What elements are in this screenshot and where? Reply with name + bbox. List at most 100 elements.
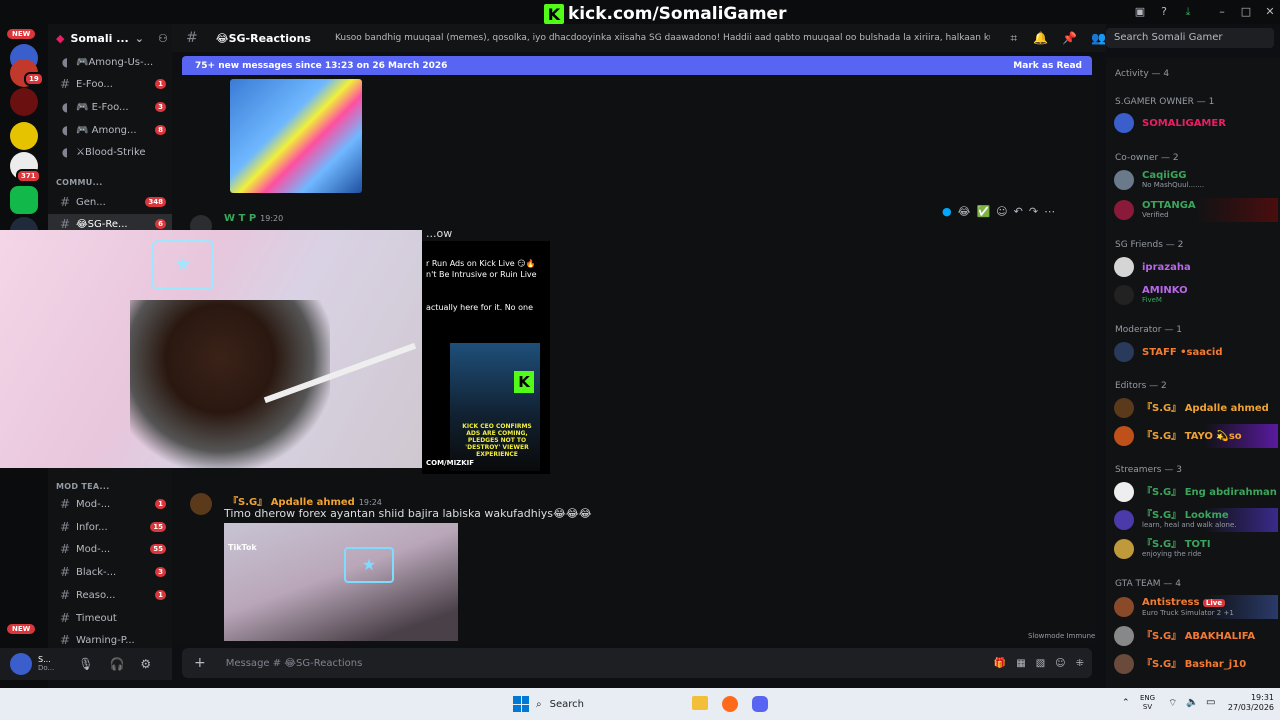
members-icon[interactable]: 👥 <box>1091 31 1106 45</box>
chevron-up-icon[interactable]: ⌃ <box>1122 698 1130 708</box>
language-indicator[interactable]: ENG SV <box>1140 694 1155 712</box>
more-icon[interactable]: ⋯ <box>1044 205 1055 218</box>
gift-icon[interactable]: 🎁 <box>994 658 1006 669</box>
video-attachment[interactable]: TikTok ★ <box>224 523 458 641</box>
member-item[interactable]: CaqiiGG No MashQuul....... <box>1114 168 1278 192</box>
new-badge: NEW <box>7 624 36 634</box>
file-explorer-icon[interactable] <box>692 696 708 710</box>
message-composer[interactable]: + Message # 😂SG-Reactions 🎁 ▦ ▧ ☺ ⁜ <box>182 648 1092 678</box>
channel-item[interactable]: ◖ 🎮Among-Us-... <box>48 52 172 72</box>
channel-item[interactable]: ◖ 🎮 Among... 8 <box>48 120 172 140</box>
reply-icon[interactable]: ↶ <box>1014 205 1023 218</box>
member-item[interactable]: 『S.G』 ABAKHALIFA <box>1114 624 1278 648</box>
search-input[interactable]: Search Somali Gamer <box>1106 28 1274 48</box>
embed-caption: KICK CEO CONFIRMS ADS ARE COMING, PLEDGE… <box>462 423 532 458</box>
embed-thumbnail[interactable]: K KICK CEO CONFIRMS ADS ARE COMING, PLED… <box>450 343 540 471</box>
threads-icon[interactable]: ⌗ <box>1010 31 1017 46</box>
inbox-icon[interactable]: ▣ <box>1132 4 1148 20</box>
channel-topic[interactable]: Kusoo bandhig muuqaal (memes), qosolka, … <box>335 33 990 43</box>
embed-card[interactable]: r Run Ads on Kick Live 😏🔥 n't Be Intrusi… <box>422 241 550 474</box>
member-item[interactable]: 『S.G』 TAYO 💫so <box>1114 424 1278 448</box>
wifi-icon[interactable]: ⌔ <box>1168 697 1177 710</box>
taskbar-search[interactable]: ⌕ Search <box>536 695 686 713</box>
headphones-icon[interactable]: 🎧 <box>109 657 124 671</box>
member-item[interactable]: 『S.G』 Apdalle ahmed <box>1114 396 1278 420</box>
server-icon-3[interactable] <box>10 122 38 150</box>
avatar <box>1114 170 1134 190</box>
member-item[interactable]: 『S.G』 Bashar_j10 <box>1114 652 1278 676</box>
role-group-title: Editors — 2 <box>1115 381 1167 391</box>
mark-as-read-button[interactable]: Mark as Read <box>1013 61 1082 71</box>
channel-item[interactable]: # Warning-P... <box>48 630 172 650</box>
hash-icon: # <box>59 611 71 625</box>
microphone-icon[interactable]: 🎙 <box>78 657 93 671</box>
member-item[interactable]: 『S.G』 Eng abdirahman <box>1114 480 1278 504</box>
channel-item[interactable]: # Infor... 15 <box>48 517 172 537</box>
member-item[interactable]: 『S.G』 Lookme learn, heal and walk alone. <box>1114 508 1278 532</box>
maximize-button[interactable]: □ <box>1238 4 1254 20</box>
forward-icon[interactable]: ↷ <box>1029 205 1038 218</box>
sticker-icon[interactable]: ▧ <box>1036 658 1045 669</box>
message-author[interactable]: 『S.G』 Apdalle ahmed 19:24 <box>228 493 382 508</box>
add-member-icon[interactable]: ⚇ <box>158 32 168 45</box>
avatar <box>1114 510 1134 530</box>
add-reaction-icon[interactable]: ☺ <box>996 205 1007 218</box>
message-input[interactable]: Message # 😂SG-Reactions <box>226 658 363 669</box>
discord-icon[interactable] <box>752 696 768 712</box>
firefox-icon[interactable] <box>722 696 738 712</box>
message-actions: ● 😂 ✅ ☺ ↶ ↷ ⋯ <box>942 200 1082 222</box>
help-icon[interactable]: ? <box>1156 4 1172 20</box>
member-item[interactable]: AMINKO FiveM <box>1114 283 1278 307</box>
reaction-icon[interactable]: ● <box>942 205 952 218</box>
laugh-reaction-icon[interactable]: 😂 <box>958 205 971 218</box>
apps-icon[interactable]: ⁜ <box>1076 658 1084 669</box>
new-messages-banner[interactable]: 75+ new messages since 13:23 on 26 March… <box>182 56 1092 75</box>
member-item[interactable]: 『S.G』 TOTI enjoying the ride <box>1114 537 1278 561</box>
close-button[interactable]: ✕ <box>1262 4 1278 20</box>
plus-icon[interactable]: + <box>194 655 206 671</box>
server-icon-somali-gamer[interactable] <box>10 186 38 214</box>
download-icon[interactable]: ⤓ <box>1180 4 1196 20</box>
hash-icon: # <box>59 542 71 556</box>
channel-item[interactable]: # Black-... 3 <box>48 562 172 582</box>
channel-item[interactable]: # Mod-... 55 <box>48 539 172 559</box>
minimize-button[interactable]: – <box>1214 4 1230 20</box>
image-attachment[interactable] <box>230 79 362 193</box>
bell-icon[interactable]: 🔔 <box>1033 31 1048 45</box>
taskbar-clock[interactable]: 19:31 27/03/2026 <box>1226 693 1274 713</box>
category-community[interactable]: COMMU... <box>56 178 103 187</box>
member-item[interactable]: OTTANGA Verified <box>1114 198 1278 222</box>
channel-item[interactable]: ◖ 🎮 E-Foo... 3 <box>48 97 172 117</box>
channel-item[interactable]: # E-Foo... 1 <box>48 74 172 94</box>
message-text: Timo dherow forex ayantan shiid bajira l… <box>224 507 592 520</box>
member-item[interactable]: Antistress Live Euro Truck Simulator 2 +1 <box>1114 595 1278 619</box>
member-item[interactable]: iprazaha <box>1114 255 1278 279</box>
user-name: S... <box>38 655 51 664</box>
gif-icon[interactable]: ▦ <box>1016 658 1025 669</box>
channel-item[interactable]: # Timeout <box>48 608 172 628</box>
avatar[interactable] <box>190 493 212 515</box>
category-mod-team[interactable]: MOD TEA... <box>56 482 110 491</box>
server-header[interactable]: ◆ Somali ... ⌄ ⚇ <box>48 24 172 52</box>
hash-icon: # <box>59 77 71 91</box>
member-item[interactable]: SOMALIGAMER <box>1114 111 1278 135</box>
gear-icon[interactable]: ⚙ <box>140 657 151 671</box>
channel-item[interactable]: # Mod-... 1 <box>48 494 172 514</box>
channel-item[interactable]: ◖ ⚔Blood-Strike <box>48 142 172 162</box>
battery-icon[interactable]: ▭ <box>1206 697 1215 708</box>
member-item[interactable]: STAFF •saacid <box>1114 340 1278 364</box>
volume-icon[interactable]: 🔈 <box>1186 697 1198 708</box>
hash-icon: # <box>59 217 71 231</box>
message-author[interactable]: W T P 19:20 <box>224 213 283 224</box>
pin-icon[interactable]: 📌 <box>1062 31 1077 45</box>
hash-icon: # <box>59 195 71 209</box>
windows-start-icon[interactable] <box>513 696 529 712</box>
channel-item[interactable]: # Gen... 348 <box>48 192 172 212</box>
server-icon-2[interactable] <box>10 88 38 116</box>
avatar[interactable] <box>10 653 32 675</box>
emoji-icon[interactable]: ☺ <box>1055 658 1065 669</box>
channel-item[interactable]: # Reaso... 1 <box>48 585 172 605</box>
new-messages-text: 75+ new messages since 13:23 on 26 March… <box>195 60 448 71</box>
check-reaction-icon[interactable]: ✅ <box>976 205 990 218</box>
activity-header[interactable]: Activity — 4 <box>1115 69 1169 79</box>
